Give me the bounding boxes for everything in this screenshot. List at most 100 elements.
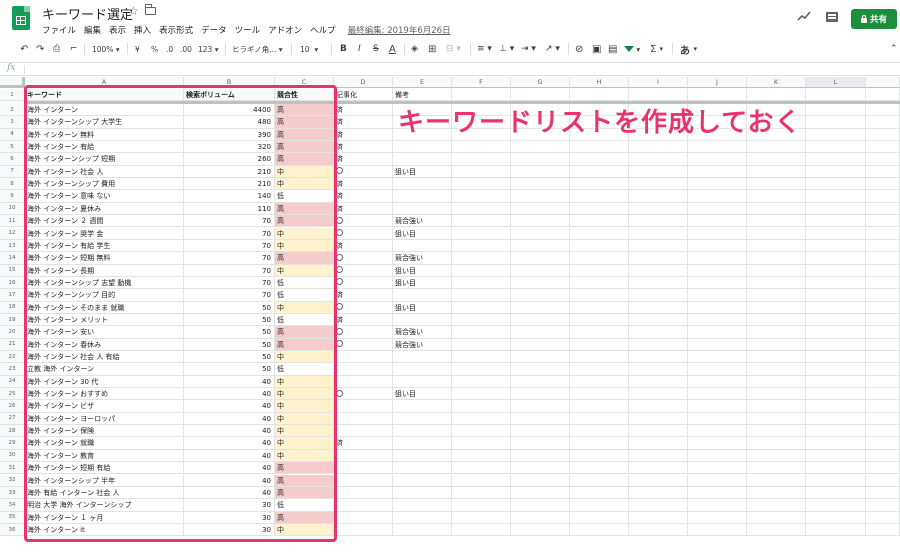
- increase-decimal-button[interactable]: .00: [180, 40, 192, 58]
- keyword-cell[interactable]: 海外 インターン 夏休み: [25, 202, 184, 216]
- note-cell[interactable]: [393, 375, 452, 389]
- column-header-i[interactable]: I: [629, 77, 688, 88]
- sheets-logo-icon[interactable]: [12, 6, 30, 30]
- empty-cell[interactable]: [629, 264, 688, 277]
- note-cell[interactable]: [393, 523, 452, 537]
- article-cell[interactable]: [334, 264, 393, 277]
- empty-cell[interactable]: [688, 239, 747, 253]
- volume-cell[interactable]: 390: [184, 128, 275, 142]
- empty-cell[interactable]: [866, 104, 900, 117]
- empty-cell[interactable]: [866, 313, 900, 327]
- keyword-cell[interactable]: 海外 インターン 春休み: [25, 338, 184, 351]
- empty-cell[interactable]: [511, 276, 570, 290]
- column-header-k[interactable]: K: [747, 77, 806, 88]
- empty-cell[interactable]: [688, 523, 747, 537]
- empty-cell[interactable]: [806, 363, 866, 376]
- empty-cell[interactable]: [452, 202, 511, 216]
- menu-addons[interactable]: アドオン: [268, 24, 302, 36]
- competition-cell[interactable]: 高: [275, 141, 334, 154]
- empty-cell[interactable]: [747, 289, 806, 302]
- row-header[interactable]: 5: [0, 141, 25, 154]
- row-header[interactable]: 32: [0, 474, 25, 487]
- empty-cell[interactable]: [688, 89, 747, 101]
- article-cell[interactable]: 済: [334, 313, 393, 327]
- document-title[interactable]: キーワード選定: [42, 4, 133, 23]
- collapse-icon[interactable]: ⌃: [890, 40, 898, 58]
- empty-cell[interactable]: [747, 89, 806, 101]
- article-cell[interactable]: 済: [334, 141, 393, 154]
- empty-cell[interactable]: [866, 116, 900, 129]
- competition-cell[interactable]: 低: [275, 313, 334, 327]
- italic-button[interactable]: I: [358, 40, 361, 58]
- note-cell[interactable]: 狙い目: [393, 301, 452, 314]
- empty-cell[interactable]: [688, 326, 747, 339]
- empty-cell[interactable]: [688, 178, 747, 191]
- empty-cell[interactable]: [806, 116, 866, 129]
- column-header-b[interactable]: B: [184, 77, 275, 88]
- empty-cell[interactable]: [806, 264, 866, 277]
- empty-cell[interactable]: [747, 338, 806, 351]
- volume-cell[interactable]: 30: [184, 499, 275, 512]
- volume-cell[interactable]: 40: [184, 449, 275, 463]
- empty-cell[interactable]: [629, 363, 688, 376]
- row-header[interactable]: 26: [0, 400, 25, 413]
- column-header-f[interactable]: F: [452, 77, 511, 88]
- empty-cell[interactable]: [452, 153, 511, 166]
- empty-cell[interactable]: [452, 388, 511, 401]
- keyword-cell[interactable]: 海外 インターン ヨーロッパ: [25, 412, 184, 426]
- row-header[interactable]: 12: [0, 227, 25, 240]
- note-cell[interactable]: [393, 449, 452, 463]
- empty-cell[interactable]: [452, 239, 511, 253]
- volume-cell[interactable]: 210: [184, 165, 275, 179]
- volume-cell[interactable]: 40: [184, 486, 275, 500]
- empty-cell[interactable]: [866, 153, 900, 166]
- comment-icon[interactable]: [826, 12, 838, 22]
- volume-cell[interactable]: 50: [184, 363, 275, 376]
- competition-cell[interactable]: 中: [275, 425, 334, 438]
- empty-cell[interactable]: [452, 141, 511, 154]
- undo-icon[interactable]: ↶: [20, 40, 28, 58]
- font-size-select[interactable]: 10 ▾: [300, 40, 318, 58]
- empty-cell[interactable]: [747, 511, 806, 524]
- empty-cell[interactable]: [688, 301, 747, 314]
- keyword-cell[interactable]: 海外 インターンシップ 志望 動機: [25, 276, 184, 290]
- empty-cell[interactable]: [570, 202, 629, 216]
- menu-data[interactable]: データ: [201, 24, 227, 36]
- empty-cell[interactable]: [866, 178, 900, 191]
- empty-cell[interactable]: [629, 141, 688, 154]
- empty-cell[interactable]: [511, 264, 570, 277]
- empty-cell[interactable]: [747, 486, 806, 500]
- article-cell[interactable]: 済: [334, 190, 393, 203]
- empty-cell[interactable]: [511, 425, 570, 438]
- empty-cell[interactable]: [629, 239, 688, 253]
- empty-cell[interactable]: [511, 462, 570, 475]
- empty-cell[interactable]: [806, 437, 866, 450]
- empty-cell[interactable]: [866, 449, 900, 463]
- text-rotate-icon[interactable]: ↗ ▾: [545, 40, 560, 58]
- column-header-l[interactable]: L: [806, 77, 866, 88]
- empty-cell[interactable]: [452, 462, 511, 475]
- note-cell[interactable]: [393, 178, 452, 191]
- competition-cell[interactable]: 中: [275, 400, 334, 413]
- keyword-cell[interactable]: 海外 インターン ビザ: [25, 400, 184, 413]
- empty-cell[interactable]: [511, 326, 570, 339]
- empty-cell[interactable]: [688, 153, 747, 166]
- empty-cell[interactable]: [452, 425, 511, 438]
- volume-cell[interactable]: 70: [184, 215, 275, 228]
- keyword-cell[interactable]: 海外 インターンシップ 大学生: [25, 116, 184, 129]
- empty-cell[interactable]: [570, 462, 629, 475]
- print-icon[interactable]: ⎙: [53, 40, 60, 58]
- empty-cell[interactable]: [452, 449, 511, 463]
- header-competition[interactable]: 競合性: [275, 89, 334, 101]
- empty-cell[interactable]: [747, 474, 806, 487]
- empty-cell[interactable]: [629, 190, 688, 203]
- merge-cells-icon[interactable]: ⊟ ▾: [446, 40, 461, 58]
- empty-cell[interactable]: [511, 523, 570, 537]
- decrease-decimal-button[interactable]: .0: [166, 40, 173, 58]
- empty-cell[interactable]: [806, 351, 866, 364]
- empty-cell[interactable]: [452, 437, 511, 450]
- empty-cell[interactable]: [570, 215, 629, 228]
- empty-cell[interactable]: [570, 437, 629, 450]
- empty-cell[interactable]: [629, 499, 688, 512]
- article-cell[interactable]: [334, 523, 393, 537]
